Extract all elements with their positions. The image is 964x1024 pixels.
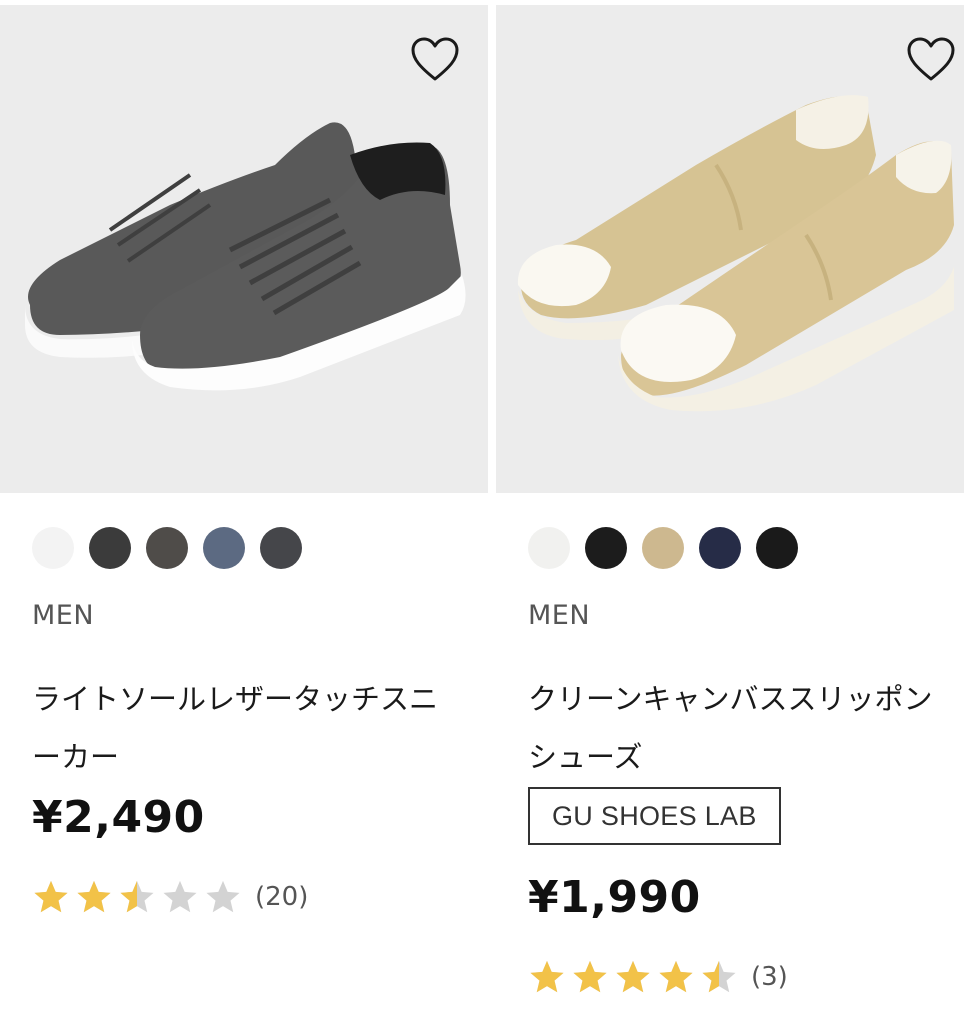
color-swatches: [528, 527, 798, 569]
color-swatch[interactable]: [146, 527, 188, 569]
beige-slipon-image: [517, 95, 954, 412]
product-name[interactable]: クリーンキャンバススリッポンシューズ: [528, 670, 958, 786]
star-icon: [530, 960, 564, 993]
rating-stars: (20): [32, 877, 308, 917]
color-swatches: [32, 527, 302, 569]
color-swatch[interactable]: [756, 527, 798, 569]
favorite-heart-icon[interactable]: [906, 37, 956, 83]
color-swatch[interactable]: [585, 527, 627, 569]
star-icon: [120, 880, 154, 913]
product-card[interactable]: MEN クリーンキャンバススリッポンシューズ GU SHOES LAB ¥1,9…: [496, 0, 964, 1024]
product-price: ¥2,490: [32, 792, 205, 843]
star-icon: [163, 880, 197, 913]
review-count[interactable]: (3): [751, 962, 788, 992]
gender-label: MEN: [528, 600, 591, 631]
color-swatch[interactable]: [642, 527, 684, 569]
star-icon: [34, 880, 68, 913]
brand-tag: GU SHOES LAB: [528, 787, 781, 845]
color-swatch[interactable]: [89, 527, 131, 569]
product-image[interactable]: [0, 5, 488, 493]
color-swatch[interactable]: [699, 527, 741, 569]
rating-stars: (3): [528, 957, 788, 997]
star-icon: [659, 960, 693, 993]
gender-label: MEN: [32, 600, 95, 631]
star-icon: [77, 880, 111, 913]
color-swatch[interactable]: [32, 527, 74, 569]
color-swatch[interactable]: [260, 527, 302, 569]
product-grid: MEN ライトソールレザータッチスニーカー ¥2,490 (20) MEN クリ…: [0, 0, 964, 1024]
star-icon: [702, 960, 736, 993]
color-swatch[interactable]: [203, 527, 245, 569]
favorite-heart-icon[interactable]: [410, 37, 460, 83]
star-icon: [206, 880, 240, 913]
product-card[interactable]: MEN ライトソールレザータッチスニーカー ¥2,490 (20): [0, 0, 488, 1024]
product-image[interactable]: [496, 5, 964, 493]
star-icon: [616, 960, 650, 993]
product-price: ¥1,990: [528, 872, 701, 923]
product-name[interactable]: ライトソールレザータッチスニーカー: [32, 670, 462, 786]
review-count[interactable]: (20): [255, 882, 308, 912]
color-swatch[interactable]: [528, 527, 570, 569]
star-icon: [573, 960, 607, 993]
